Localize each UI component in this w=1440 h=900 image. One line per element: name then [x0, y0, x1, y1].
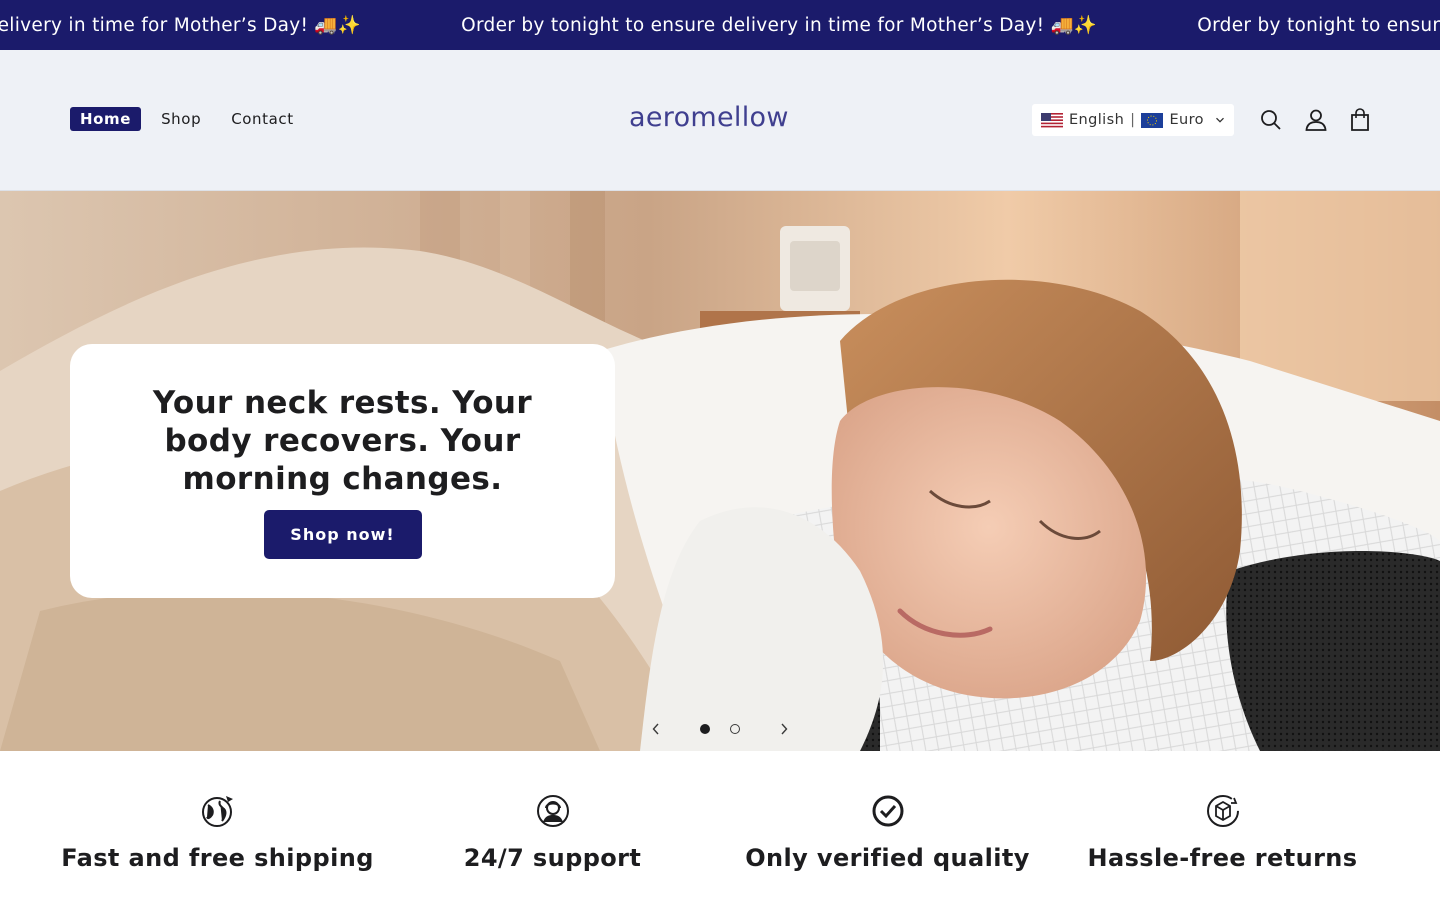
hero-card: Your neck rests. Your body recovers. You…	[70, 344, 615, 598]
globe-plane-icon	[201, 796, 233, 827]
site-header: Home Shop Contact aeromellow English | E…	[0, 50, 1440, 191]
locale-selector[interactable]: English | Euro	[1032, 104, 1234, 136]
currency-label: Euro	[1169, 112, 1204, 128]
announcement-text: Order by tonight to ensure delivery in t…	[0, 15, 362, 36]
nav-shop-link[interactable]: Shop	[151, 107, 211, 131]
search-icon[interactable]	[1258, 107, 1284, 133]
hero-headline: Your neck rests. Your body recovers. You…	[152, 385, 533, 497]
nav-contact-link[interactable]: Contact	[221, 107, 304, 131]
hero-slideshow: Your neck rests. Your body recovers. You…	[0, 191, 1440, 751]
shop-now-button[interactable]: Shop now!	[263, 510, 422, 559]
feature-support: 24/7 support	[385, 793, 720, 873]
feature-label: Only verified quality	[745, 844, 1030, 872]
slide-dot-1[interactable]	[700, 724, 710, 734]
language-label: English	[1069, 112, 1125, 128]
features-row: Fast and free shipping 24/7 support Only…	[0, 751, 1440, 900]
main-nav: Home Shop Contact	[70, 107, 304, 131]
chevron-right-icon[interactable]	[779, 723, 789, 735]
us-flag-icon	[1041, 112, 1063, 128]
announcement-bar: Order by tonight to ensure delivery in t…	[0, 0, 1440, 50]
support-agent-icon	[536, 795, 569, 827]
eu-flag-icon	[1141, 112, 1164, 128]
feature-quality: Only verified quality	[720, 793, 1055, 873]
announcement-text: Order by tonight to ensure delivery in	[1197, 14, 1440, 36]
site-logo[interactable]: aeromellow	[629, 102, 789, 133]
check-badge-icon	[872, 795, 903, 827]
chevron-down-icon	[1216, 117, 1224, 123]
slideshow-controls	[643, 719, 798, 739]
slide-dot-2[interactable]	[730, 724, 740, 734]
return-box-icon	[1206, 795, 1239, 827]
cart-bag-icon[interactable]	[1347, 107, 1373, 133]
locale-separator: |	[1130, 112, 1136, 128]
feature-returns: Hassle-free returns	[1055, 793, 1390, 873]
account-icon[interactable]	[1303, 107, 1329, 133]
announcement-track: Order by tonight to ensure delivery in t…	[0, 0, 1440, 50]
feature-label: Hassle-free returns	[1087, 844, 1358, 872]
feature-label: Fast and free shipping	[61, 844, 374, 872]
chevron-left-icon[interactable]	[651, 723, 661, 735]
feature-shipping: Fast and free shipping	[50, 793, 385, 873]
nav-home-link[interactable]: Home	[70, 107, 142, 131]
feature-label: 24/7 support	[463, 844, 642, 872]
announcement-text: Order by tonight to ensure delivery in t…	[461, 15, 1098, 36]
